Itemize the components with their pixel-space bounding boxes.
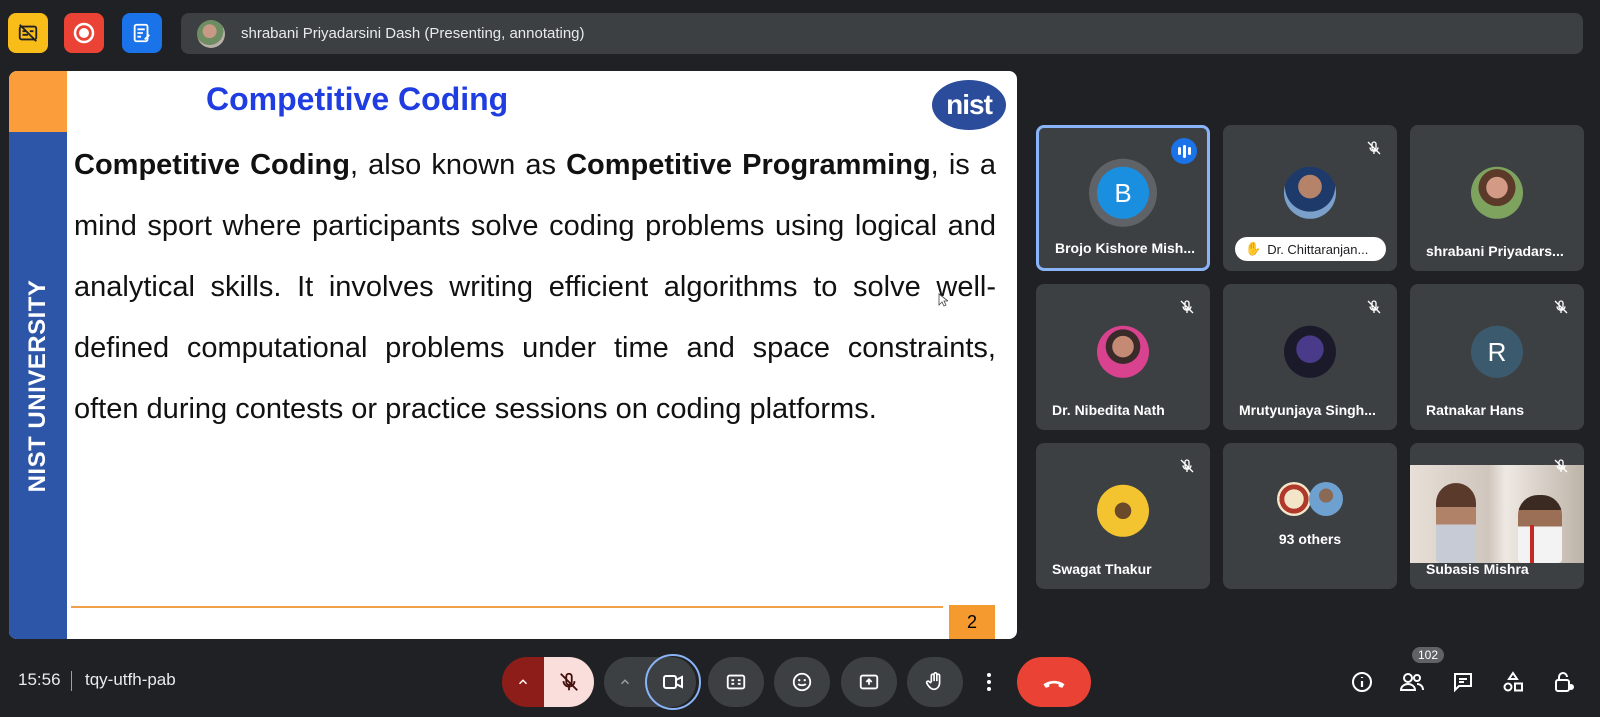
participant-video	[1410, 465, 1584, 563]
people-button[interactable]	[1397, 667, 1427, 697]
more-options-button[interactable]	[975, 657, 1003, 707]
chevron-up-icon	[620, 679, 630, 685]
slide-footer-rule	[71, 606, 943, 608]
participant-name: Swagat Thakur	[1052, 561, 1152, 577]
raised-hand-icon: ✋	[1245, 241, 1262, 256]
participant-avatar: B	[1097, 166, 1149, 219]
slide-body-term-2: Competitive Programming	[566, 149, 931, 181]
raised-hand-badge: ✋ Dr. Chittaranjan...	[1235, 237, 1386, 261]
more-vert-icon	[987, 673, 991, 691]
captions-button[interactable]	[708, 657, 764, 707]
record-icon	[73, 22, 95, 44]
leave-call-button[interactable]	[1017, 657, 1091, 707]
mic-muted-icon	[1176, 296, 1198, 318]
avatar-initial: R	[1487, 336, 1507, 367]
audio-options-button[interactable]	[502, 657, 544, 707]
participant-tile[interactable]: R Ratnakar Hans	[1410, 284, 1584, 430]
chat-button[interactable]	[1448, 667, 1478, 697]
participant-name: Dr. Nibedita Nath	[1052, 402, 1165, 418]
others-tile[interactable]: 93 others	[1223, 443, 1397, 589]
slide-body-text-2: , is a mind sport where participants sol…	[74, 149, 997, 425]
mic-off-icon	[560, 672, 578, 691]
others-count: 93 others	[1278, 531, 1342, 547]
meeting-details-button[interactable]	[1347, 667, 1377, 697]
participant-name: Subasis Mishra	[1426, 561, 1529, 577]
slide-page-number: 2	[949, 605, 995, 639]
camera-icon	[663, 675, 683, 689]
presenter-banner[interactable]: shrabani Priyadarsini Dash (Presenting, …	[181, 13, 1583, 54]
slide-corner-accent	[9, 71, 67, 132]
speaking-indicator-icon	[1171, 138, 1197, 164]
meeting-clock: 15:56	[18, 670, 61, 689]
participant-name: Brojo Kishore Mish...	[1055, 240, 1196, 256]
slide-body: Competitive Coding, also known as Compet…	[74, 135, 996, 440]
divider	[71, 671, 72, 691]
present-screen-icon	[859, 674, 879, 690]
notes-icon	[133, 23, 150, 43]
participant-avatar: R	[1471, 325, 1523, 378]
present-button[interactable]	[841, 657, 897, 707]
nist-logo-text: nist	[946, 89, 993, 120]
mic-muted-icon	[1363, 296, 1385, 318]
participant-tile[interactable]: Swagat Thakur	[1036, 443, 1210, 589]
host-controls-button[interactable]	[1549, 667, 1579, 697]
participant-name: Mrutyunjaya Singh...	[1239, 402, 1376, 418]
mic-muted-icon	[1176, 455, 1198, 477]
recording-button[interactable]	[64, 13, 104, 53]
participant-tile[interactable]: B Brojo Kishore Mish...	[1036, 125, 1210, 271]
participant-avatar	[1471, 166, 1523, 219]
closed-captions-icon	[726, 674, 746, 690]
mouse-cursor-icon	[938, 293, 948, 307]
participant-avatar	[1097, 325, 1149, 378]
raise-hand-button[interactable]	[907, 657, 963, 707]
reactions-button[interactable]	[774, 657, 830, 707]
emoji-icon	[792, 672, 812, 692]
info-icon	[1352, 672, 1372, 692]
mic-toggle-button[interactable]	[544, 657, 594, 707]
avatar-initial: B	[1114, 177, 1132, 208]
hand-icon	[925, 672, 941, 691]
slide-side-label: NIST UNIVERSITY	[24, 279, 51, 493]
camera-toggle-button[interactable]	[645, 654, 701, 710]
slide-body-text-1: , also known as	[349, 149, 567, 181]
participant-name: shrabani Priyadars...	[1426, 243, 1564, 259]
mic-muted-icon	[1550, 455, 1572, 477]
camera-control	[604, 654, 701, 710]
notes-button[interactable]	[122, 13, 162, 53]
participant-tile[interactable]: ✋ Dr. Chittaranjan...	[1223, 125, 1397, 271]
participant-tile[interactable]: Dr. Nibedita Nath	[1036, 284, 1210, 430]
participant-tile[interactable]: Subasis Mishra	[1410, 443, 1584, 589]
captions-off-button[interactable]	[8, 13, 48, 53]
presenter-avatar	[197, 19, 225, 48]
participant-avatar	[1284, 325, 1336, 378]
mic-control	[502, 657, 594, 707]
chat-icon	[1454, 673, 1472, 693]
slide-body-term-1: Competitive Coding	[74, 149, 350, 181]
mic-muted-icon	[1363, 137, 1385, 159]
captions-off-icon	[18, 24, 38, 42]
participant-name: Dr. Chittaranjan...	[1267, 241, 1369, 257]
participant-name: Ratnakar Hans	[1426, 402, 1525, 418]
hang-up-icon	[1043, 680, 1065, 688]
mic-muted-icon	[1550, 296, 1572, 318]
slide-title: Competitive Coding	[206, 81, 509, 117]
chevron-up-icon	[518, 679, 528, 685]
meeting-code: tqy-utfh-pab	[85, 670, 176, 689]
lock-person-icon	[1555, 672, 1574, 692]
participant-avatar	[1309, 482, 1343, 516]
activities-button[interactable]	[1498, 667, 1528, 697]
people-count-badge: 102	[1412, 647, 1445, 663]
participant-tile[interactable]: Mrutyunjaya Singh...	[1223, 284, 1397, 430]
video-options-button[interactable]	[605, 657, 645, 707]
nist-logo: nist	[932, 80, 1006, 130]
participant-avatar	[1284, 166, 1336, 219]
activities-icon	[1503, 671, 1523, 692]
participant-tile[interactable]: shrabani Priyadars...	[1410, 125, 1584, 271]
participant-avatar	[1097, 484, 1149, 537]
presentation-slide: NIST UNIVERSITY Competitive Coding nist …	[9, 71, 1017, 639]
presenter-text: shrabani Priyadarsini Dash (Presenting, …	[241, 25, 585, 42]
participant-avatar	[1277, 482, 1311, 516]
people-icon	[1399, 673, 1424, 691]
